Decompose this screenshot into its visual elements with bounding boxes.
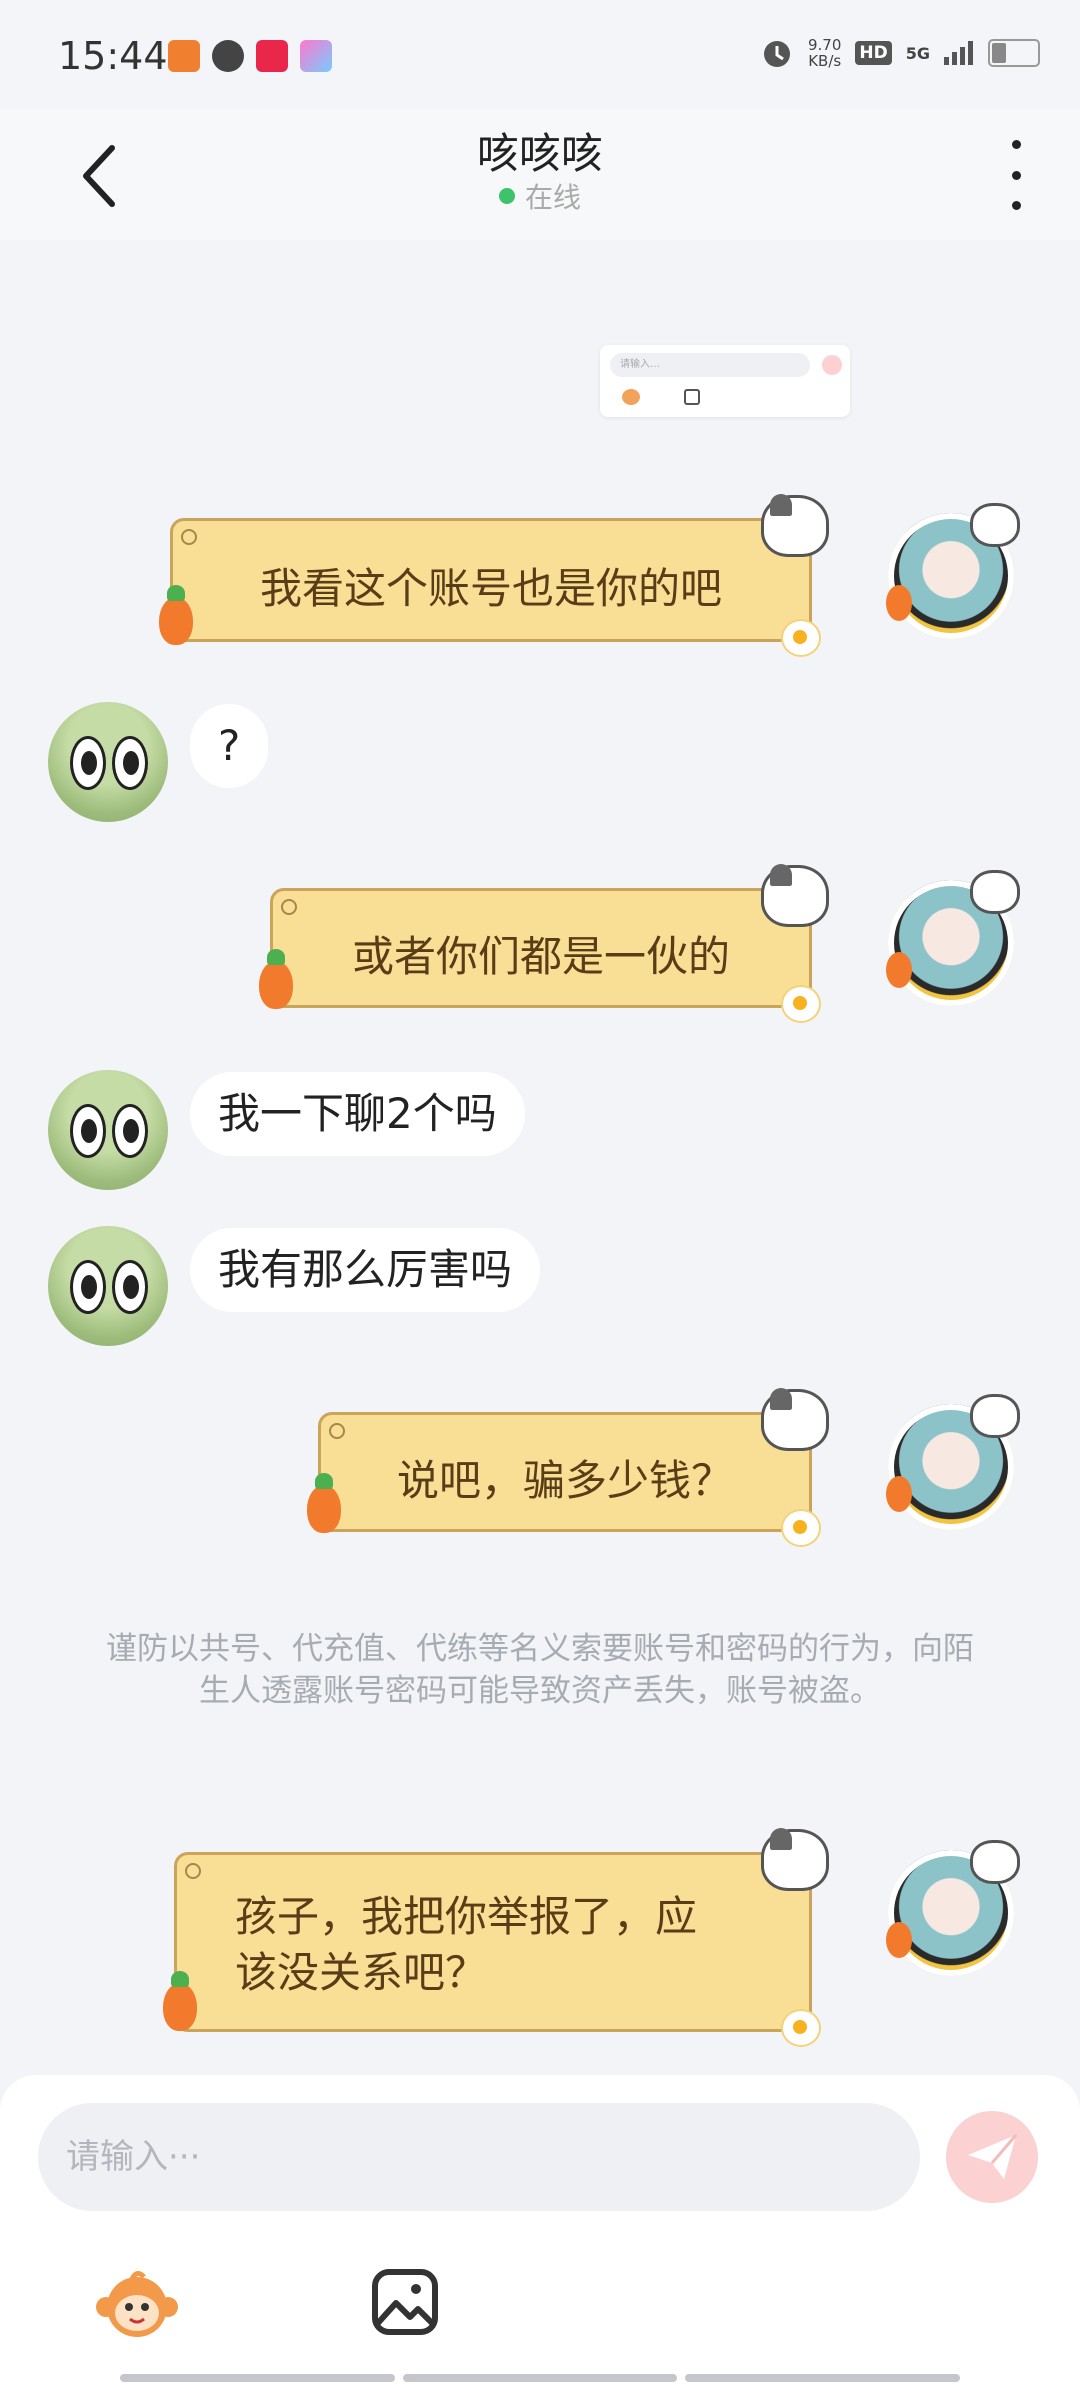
- cat-sticker-icon: [970, 1394, 1020, 1438]
- message-text: 说吧，骗多少钱？: [396, 1456, 733, 1505]
- system-icons: 9.70 KB/s HD 5G: [760, 36, 1040, 70]
- cat-sticker-icon: [761, 1388, 829, 1451]
- status-bar: 15:44 9.70 KB/s HD 5G: [0, 0, 1080, 110]
- cat-sticker-icon: [761, 494, 829, 557]
- online-status-text: 在线: [524, 181, 581, 214]
- carrot-sticker-icon: [886, 1922, 912, 1958]
- net-speed: 9.70 KB/s: [807, 36, 842, 70]
- contact-avatar[interactable]: [48, 702, 168, 822]
- my-message-bubble[interactable]: 孩子，我把你举报了，应 该没关系吧？: [163, 1828, 829, 2047]
- my-message-bubble[interactable]: 说吧，骗多少钱？: [307, 1388, 829, 1547]
- hd-badge: HD: [855, 41, 892, 65]
- battery-icon: [988, 39, 1040, 67]
- monkey-emoji-icon: [96, 2271, 178, 2337]
- carrot-sticker-icon: [886, 585, 912, 621]
- screenshot-send-icon: [822, 355, 842, 375]
- more-button[interactable]: [996, 140, 1036, 210]
- link-app-icon: [212, 40, 244, 72]
- network-type: 5G: [905, 43, 930, 63]
- egg-sticker-icon: [781, 2009, 821, 2047]
- carrot-sticker-icon: [886, 952, 912, 988]
- cat-sticker-icon: [970, 1840, 1020, 1884]
- message-text: 或者你们都是一伙的: [351, 932, 730, 981]
- my-avatar[interactable]: [886, 870, 1020, 1006]
- duoduo-app-icon: [168, 40, 200, 72]
- contact-message-bubble[interactable]: 我一下聊2个吗: [190, 1072, 525, 1156]
- status-time: 15:44: [58, 34, 168, 78]
- egg-sticker-icon: [781, 619, 821, 657]
- paper-plane-icon: [968, 2134, 1018, 2179]
- online-status: 在线: [0, 176, 1080, 216]
- cat-sticker-icon: [761, 1828, 829, 1891]
- chat-title: 咳咳咳: [476, 129, 603, 178]
- carrot-sticker-icon: [886, 1476, 912, 1512]
- my-message-bubble[interactable]: 或者你们都是一伙的: [259, 864, 829, 1023]
- cat-sticker-icon: [970, 503, 1020, 547]
- egg-sticker-icon: [781, 1509, 821, 1547]
- gesture-bar: [120, 2374, 961, 2382]
- image-icon: [372, 2269, 438, 2335]
- message-text-line-2: 该没关系吧？: [235, 1948, 488, 1997]
- chat-header: 咳咳咳 在线: [0, 110, 1080, 240]
- my-message-bubble[interactable]: 我看这个账号也是你的吧: [159, 494, 829, 657]
- security-notice: 谨防以共号、代充值、代练等名义索要账号和密码的行为，向陌生人透露账号密码可能导致…: [106, 1631, 974, 1709]
- input-bar: 请输入···: [0, 2075, 1080, 2388]
- message-input[interactable]: 请输入···: [38, 2103, 920, 2211]
- contact-message-bubble[interactable]: 我有那么厉害吗: [190, 1228, 541, 1312]
- image-button[interactable]: [370, 2267, 440, 2337]
- game-app-icon: [300, 40, 332, 72]
- my-avatar[interactable]: [886, 1840, 1020, 1976]
- alarm-icon: [763, 41, 790, 67]
- xiaohongshu-app-icon: [256, 40, 288, 72]
- more-vertical-icon: [1011, 140, 1021, 149]
- cat-sticker-icon: [970, 870, 1020, 914]
- egg-sticker-icon: [781, 985, 821, 1023]
- message-text: 我看这个账号也是你的吧: [259, 564, 722, 613]
- my-avatar[interactable]: [886, 503, 1020, 639]
- my-avatar[interactable]: [886, 1394, 1020, 1530]
- send-button[interactable]: [946, 2111, 1038, 2203]
- contact-avatar[interactable]: [48, 1070, 168, 1190]
- contact-avatar[interactable]: [48, 1226, 168, 1346]
- notification-icons: [168, 40, 332, 72]
- screenshot-emoji-icon: [622, 389, 640, 405]
- cat-sticker-icon: [761, 864, 829, 927]
- screenshot-image-icon: [684, 389, 700, 405]
- shared-screenshot-image[interactable]: 请输入…: [600, 345, 850, 417]
- online-dot-icon: [498, 188, 515, 204]
- message-text-line-1: 孩子，我把你举报了，应: [235, 1892, 698, 1941]
- carrot-sticker-icon: [163, 1971, 197, 2031]
- emoji-button[interactable]: [92, 2263, 182, 2343]
- screenshot-input-preview: 请输入…: [610, 353, 810, 377]
- signal-icon: [944, 41, 973, 65]
- contact-message-bubble[interactable]: ?: [190, 704, 269, 788]
